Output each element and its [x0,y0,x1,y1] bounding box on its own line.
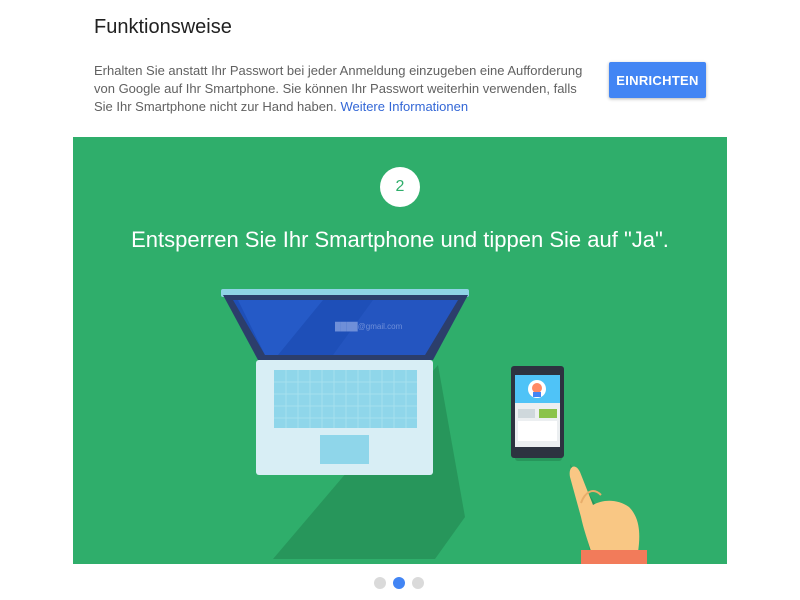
page: Funktionsweise Erhalten Sie anstatt Ihr … [0,0,800,600]
description-text: Erhalten Sie anstatt Ihr Passwort bei je… [94,63,583,114]
more-info-link[interactable]: Weitere Informationen [340,99,468,114]
carousel-dot-1[interactable] [374,577,386,589]
setup-button[interactable]: EINRICHTEN [609,62,706,98]
carousel-dot-3[interactable] [412,577,424,589]
slide-heading: Entsperren Sie Ihr Smartphone und tippen… [131,227,669,252]
laptop-phone-illustration: ████@gmail.com [221,289,647,564]
section-description: Erhalten Sie anstatt Ihr Passwort bei je… [94,62,594,116]
laptop-icon: ████@gmail.com [221,289,469,475]
carousel-dot-2[interactable] [393,577,405,589]
smartphone-icon [511,366,564,461]
carousel-dots [374,577,424,589]
carousel-slide: 2 Entsperren Sie Ihr Smartphone und tipp… [73,137,727,564]
pointing-hand-icon [569,464,647,564]
section-title: Funktionsweise [94,16,232,38]
step-number-badge: 2 [380,167,420,207]
screen-email: ████@gmail.com [335,321,403,332]
